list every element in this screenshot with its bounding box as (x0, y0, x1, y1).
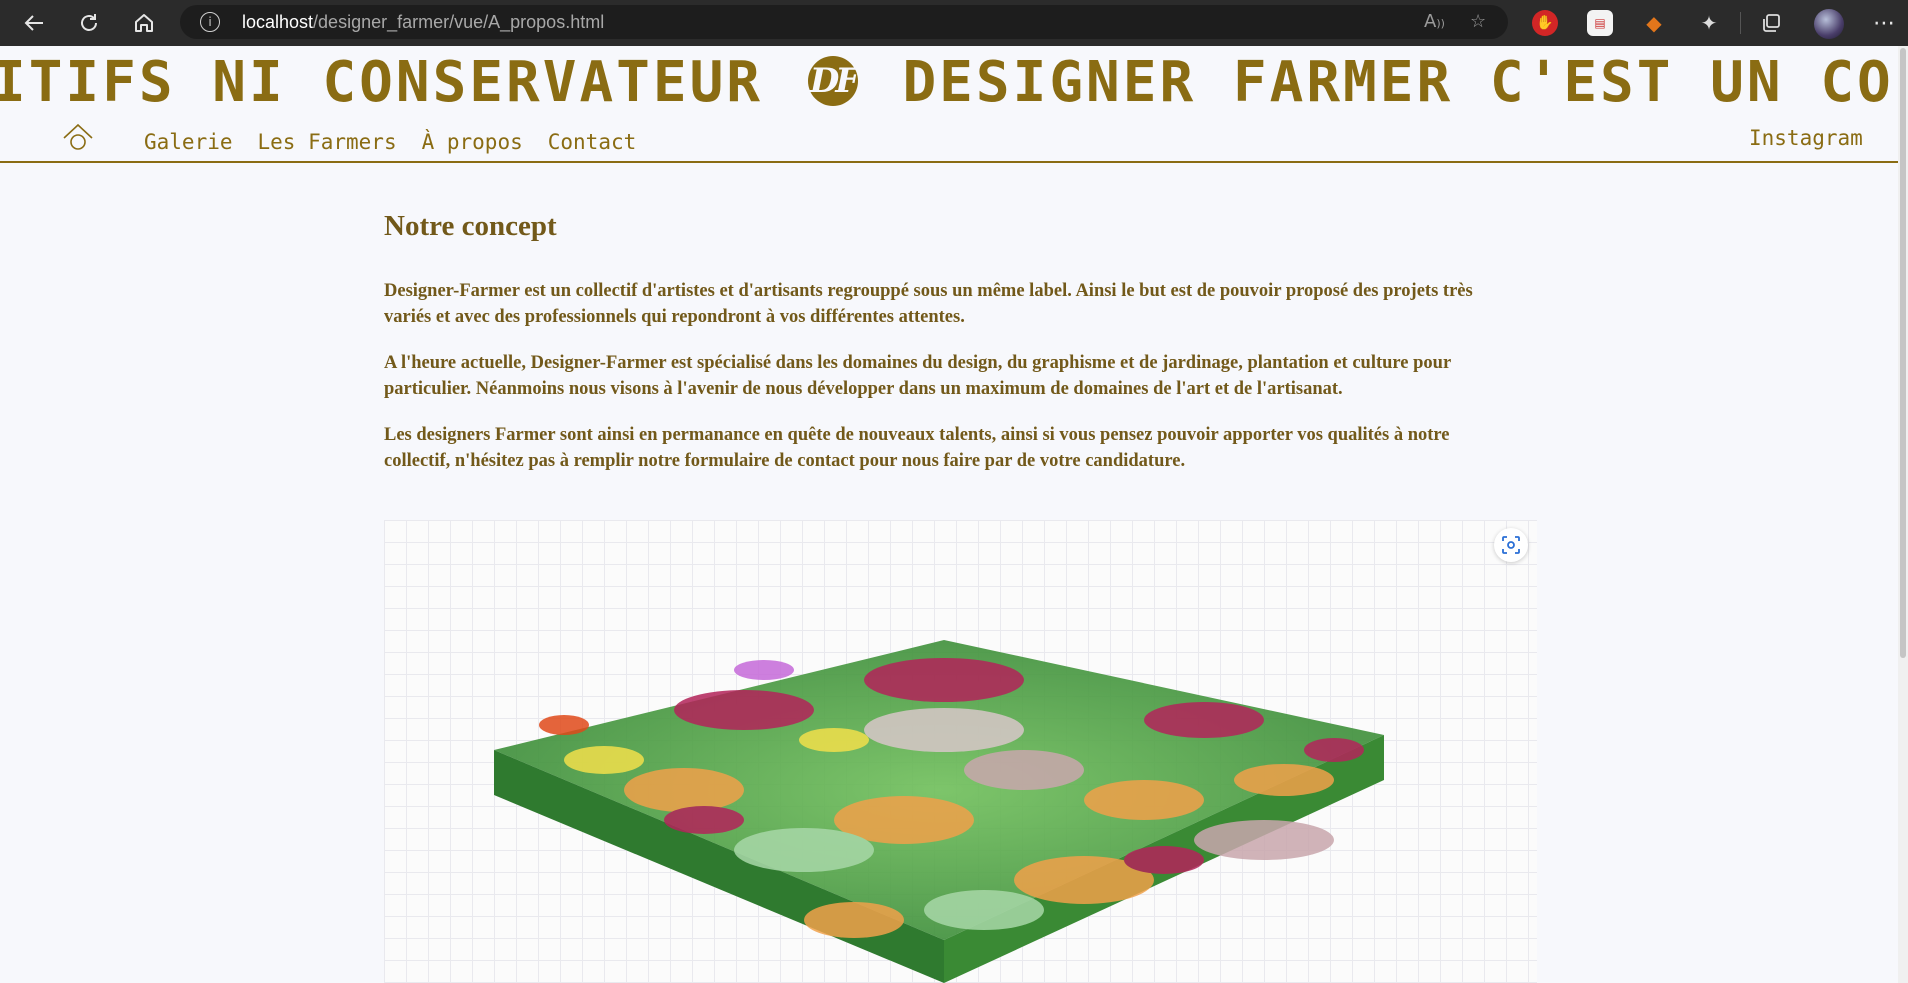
metamask-icon[interactable]: ◆ (1641, 10, 1667, 36)
nav-link-contact[interactable]: Contact (548, 130, 637, 154)
address-bar[interactable]: i localhost/designer_farmer/vue/A_propos… (180, 5, 1508, 39)
visual-search-icon (1502, 536, 1520, 554)
info-icon[interactable]: i (200, 12, 220, 32)
profile-avatar[interactable] (1814, 9, 1844, 39)
scrollbar-thumb[interactable] (1900, 48, 1906, 658)
favorite-icon[interactable]: ☆ (1470, 11, 1486, 32)
marquee-text-end: DESIGNER FARMER C'EST UN COLLECTIF D'ART… (902, 50, 1908, 115)
marquee-banner: iTiFS Ni CONSERVATEUR df DESIGNER FARMER… (0, 46, 1908, 118)
home-icon[interactable] (128, 8, 160, 38)
paragraph-3: Les designers Farmer sont ainsi en perma… (384, 425, 1450, 471)
more-icon[interactable]: ⋯ (1868, 8, 1900, 38)
back-icon[interactable] (18, 8, 50, 38)
marquee-text-start: iTiFS Ni CONSERVATEUR (0, 50, 764, 115)
paragraph-2: A l'heure actuelle, Designer-Farmer est … (384, 353, 1451, 399)
extensions-icon[interactable]: ✦ (1696, 10, 1722, 36)
nav-links: Galerie Les Farmers À propos Contact (144, 130, 636, 154)
home-logo-icon[interactable] (60, 122, 96, 152)
toolbar-divider (1740, 12, 1741, 34)
garden-3d-viewer[interactable] (384, 520, 1537, 983)
designer-farmer-logo-icon: df (807, 55, 860, 106)
nav-link-a-propos[interactable]: À propos (422, 130, 523, 154)
paragraph-1: Designer-Farmer est un collectif d'artis… (384, 281, 1473, 327)
browser-toolbar: i localhost/designer_farmer/vue/A_propos… (0, 0, 1908, 46)
about-section: Notre concept Designer-Farmer est un col… (384, 210, 1504, 471)
nav-link-instagram[interactable]: Instagram (1749, 126, 1863, 150)
refresh-icon[interactable] (73, 8, 105, 38)
url-text[interactable]: localhost/designer_farmer/vue/A_propos.h… (242, 12, 604, 33)
main-nav: Galerie Les Farmers À propos Contact Ins… (0, 118, 1898, 163)
page-title: Notre concept (384, 210, 557, 242)
nav-link-galerie[interactable]: Galerie (144, 130, 233, 154)
ublock-icon[interactable]: ✋ (1532, 10, 1558, 36)
extension-icon[interactable]: ▤ (1587, 10, 1613, 36)
screenshot-button[interactable] (1494, 528, 1528, 562)
collections-icon[interactable] (1758, 10, 1784, 36)
nav-link-les-farmers[interactable]: Les Farmers (258, 130, 397, 154)
marquee-text: iTiFS Ni CONSERVATEUR df DESIGNER FARMER… (0, 50, 1908, 116)
read-aloud-icon[interactable]: A)) (1424, 11, 1445, 32)
garden-illustration (494, 640, 1384, 983)
scrollbar[interactable] (1898, 46, 1908, 983)
